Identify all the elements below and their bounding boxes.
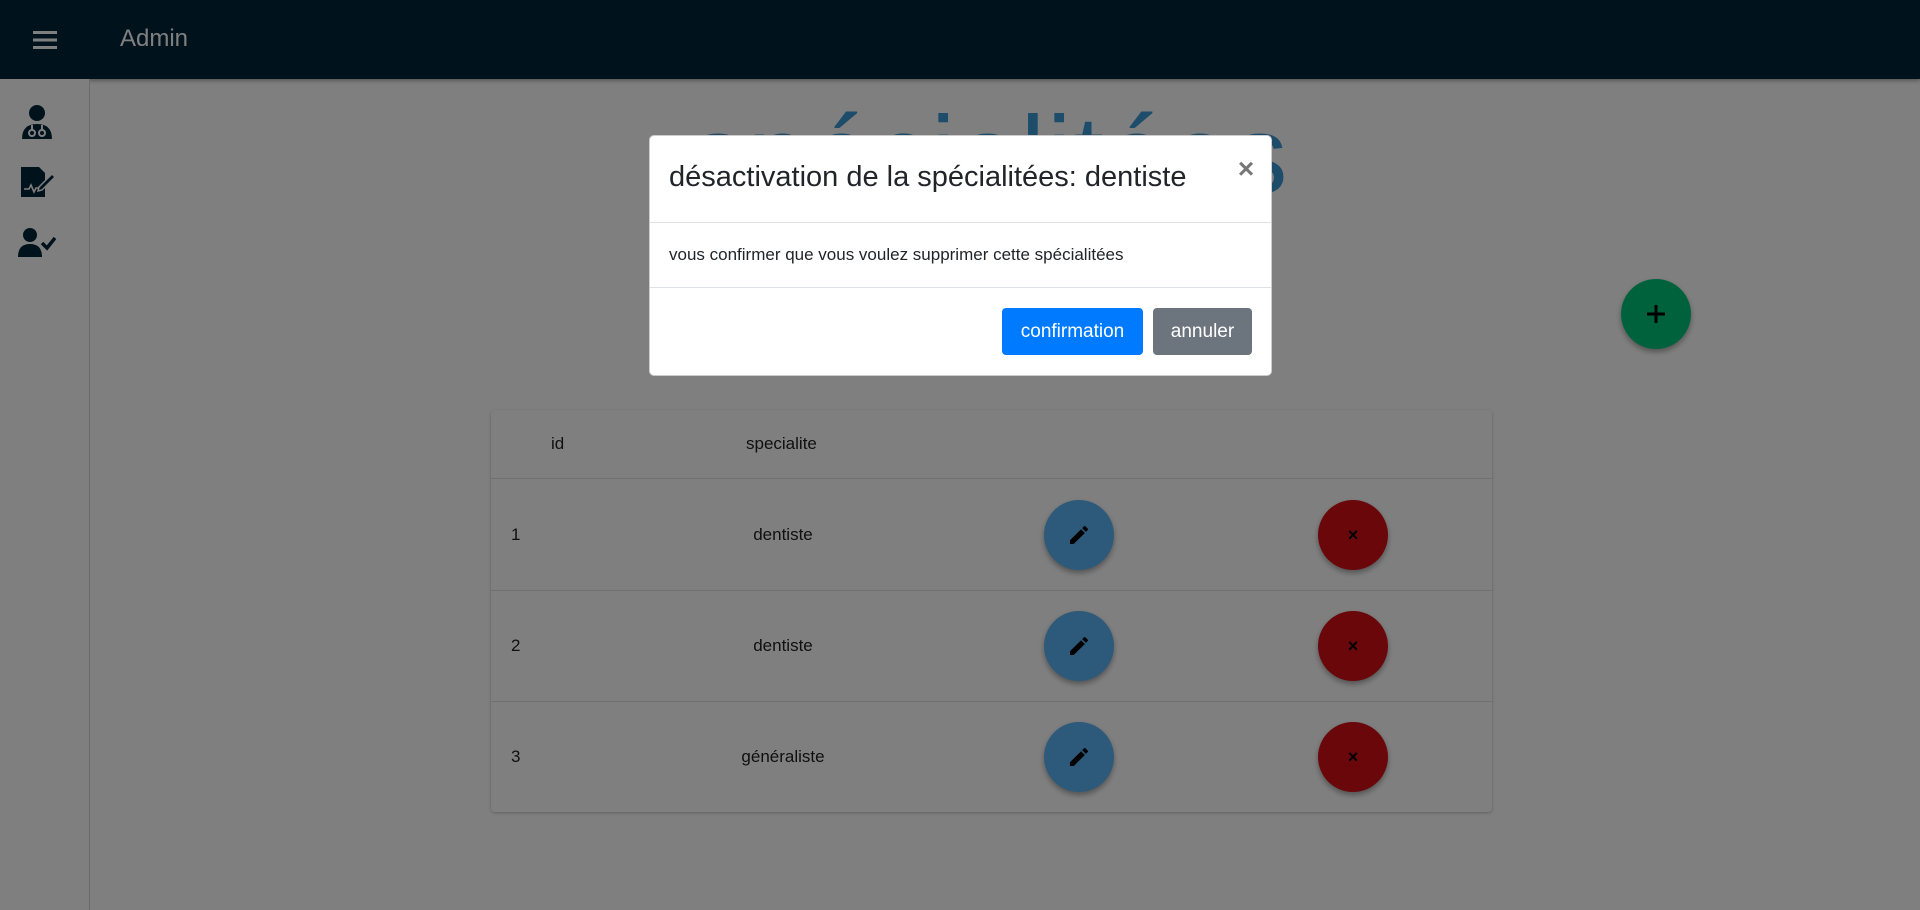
modal-title: désactivation de la spécialitées: dentis… [669, 161, 1187, 193]
deactivation-modal: désactivation de la spécialitées: dentis… [649, 135, 1272, 376]
modal-message: vous confirmer que vous voulez supprimer… [669, 245, 1124, 264]
confirm-button[interactable]: confirmation [1002, 308, 1143, 355]
modal-header: désactivation de la spécialitées: dentis… [650, 136, 1271, 223]
modal-body: vous confirmer que vous voulez supprimer… [650, 223, 1271, 288]
close-button[interactable]: × [1233, 155, 1259, 183]
cancel-button[interactable]: annuler [1153, 308, 1252, 355]
